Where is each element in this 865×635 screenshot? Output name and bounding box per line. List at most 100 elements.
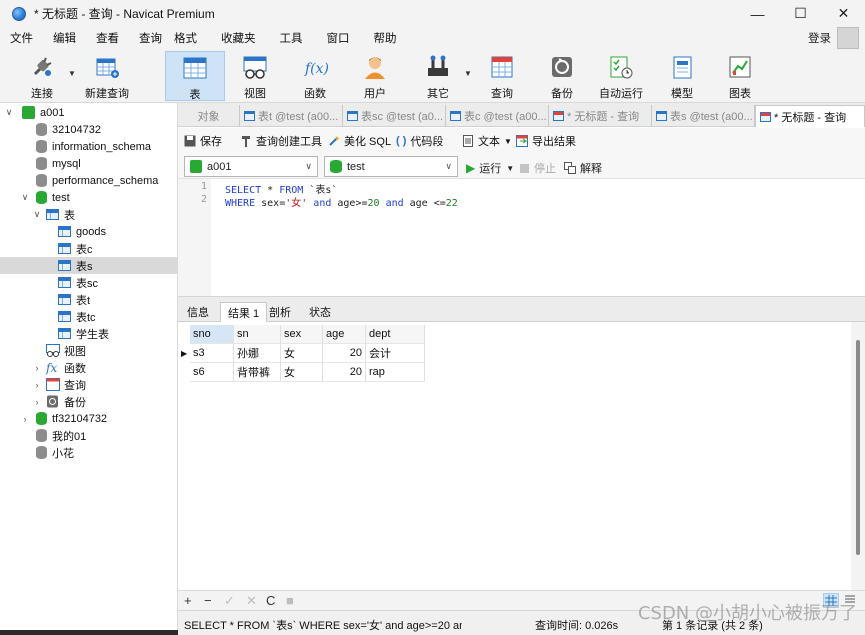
login-link[interactable]: 登录 xyxy=(808,30,831,46)
export-result-button[interactable]: 导出结果 xyxy=(516,133,576,149)
db-node[interactable]: › tf32104732 xyxy=(0,410,177,427)
run-button[interactable]: ▶ 运行 ▼ xyxy=(466,160,514,176)
scrollbar-thumb[interactable] xyxy=(856,340,860,555)
column-header-sn[interactable]: sn xyxy=(234,325,281,344)
menu-view[interactable]: 查看 xyxy=(86,30,129,46)
query-button[interactable]: 查询 xyxy=(482,51,522,101)
code-snippet-button[interactable]: ( ) 代码段 xyxy=(396,133,443,149)
stop-button[interactable]: ■ xyxy=(286,593,294,608)
chevron-down-icon[interactable]: ∨ xyxy=(4,107,14,118)
table-cell[interactable]: s3 xyxy=(190,344,234,363)
table-cell[interactable]: s6 xyxy=(190,363,234,382)
menu-query[interactable]: 查询 xyxy=(129,30,164,46)
connection-node[interactable]: ∨ a001 xyxy=(0,104,177,121)
explain-button[interactable]: 解释 xyxy=(564,160,602,176)
menu-edit[interactable]: 编辑 xyxy=(43,30,86,46)
maximize-button[interactable]: ☐ xyxy=(779,0,822,27)
db-node-test[interactable]: ∨ test xyxy=(0,189,177,206)
tab-objects[interactable]: 对象 xyxy=(178,105,240,127)
tab-query-active[interactable]: * 无标题 - 查询 xyxy=(755,105,865,127)
refresh-button[interactable]: C xyxy=(266,593,275,608)
db-node[interactable]: mysql xyxy=(0,155,177,172)
table-cell[interactable]: rap xyxy=(366,363,425,382)
table-node[interactable]: 表t xyxy=(0,291,177,308)
new-query-button[interactable]: 新建查询 xyxy=(84,51,130,101)
query-builder-button[interactable]: 查询创建工具 xyxy=(240,133,322,149)
tab-query-untitled[interactable]: * 无标题 - 查询 xyxy=(549,105,652,127)
column-header-sno[interactable]: sno xyxy=(190,325,234,344)
text-button[interactable]: 文本 ▼ xyxy=(462,133,512,149)
tab-table-t[interactable]: 表t @test (a00... xyxy=(240,105,343,127)
database-select[interactable]: test ∨ xyxy=(324,156,458,177)
menu-file[interactable]: 文件 xyxy=(0,30,43,46)
backups-folder-node[interactable]: › 备份 xyxy=(0,393,177,410)
close-button[interactable]: ✕ xyxy=(822,0,865,27)
user-button[interactable]: 用户 xyxy=(355,51,395,101)
tab-table-c[interactable]: 表c @test (a00... xyxy=(446,105,549,127)
tab-info[interactable]: 信息 xyxy=(180,302,216,322)
column-header-age[interactable]: age xyxy=(323,325,366,344)
stop-button[interactable]: 停止 xyxy=(520,160,556,176)
table-button[interactable]: 表 xyxy=(165,51,225,101)
table-cell[interactable]: 20 xyxy=(323,344,366,363)
view-button[interactable]: 视图 xyxy=(235,51,275,101)
delete-record-button[interactable]: − xyxy=(204,593,212,608)
table-node[interactable]: 表tc xyxy=(0,308,177,325)
menu-help[interactable]: 帮助 xyxy=(360,30,407,46)
auto-run-button[interactable]: 自动运行 xyxy=(598,51,644,101)
connection-select[interactable]: a001 ∨ xyxy=(184,156,318,177)
connect-dropdown-icon[interactable]: ▼ xyxy=(68,69,76,78)
add-record-button[interactable]: + xyxy=(184,593,192,608)
table-cell[interactable]: 20 xyxy=(323,363,366,382)
backup-button[interactable]: 备份 xyxy=(542,51,582,101)
other-button[interactable]: 其它 xyxy=(418,51,458,101)
db-node[interactable]: information_schema xyxy=(0,138,177,155)
db-node[interactable]: performance_schema xyxy=(0,172,177,189)
function-button[interactable]: f(x) 函数 xyxy=(295,51,335,101)
chevron-right-icon[interactable]: › xyxy=(32,363,42,373)
menu-format[interactable]: 格式 xyxy=(164,30,207,46)
text-dropdown-icon[interactable]: ▼ xyxy=(504,137,512,146)
column-header-sex[interactable]: sex xyxy=(281,325,323,344)
chevron-right-icon[interactable]: › xyxy=(32,380,42,390)
chevron-right-icon[interactable]: › xyxy=(32,397,42,407)
table-cell[interactable]: 背带裤 xyxy=(234,363,281,382)
tab-profile[interactable]: 剖析 xyxy=(262,302,298,322)
functions-folder-node[interactable]: › fx 函数 xyxy=(0,359,177,376)
vertical-scrollbar[interactable] xyxy=(851,322,865,590)
tab-status[interactable]: 状态 xyxy=(302,302,338,322)
menu-favorites[interactable]: 收藏夹 xyxy=(207,30,266,46)
beautify-sql-button[interactable]: 美化 SQL xyxy=(328,133,391,149)
column-header-dept[interactable]: dept xyxy=(366,325,425,344)
table-node[interactable]: goods xyxy=(0,223,177,240)
chevron-down-icon[interactable]: ∨ xyxy=(32,209,42,220)
tab-table-sc[interactable]: 表sc @test (a0... xyxy=(343,105,446,127)
run-dropdown-icon[interactable]: ▼ xyxy=(506,164,514,173)
tab-table-s[interactable]: 表s @test (a00... xyxy=(652,105,755,127)
avatar[interactable] xyxy=(837,27,859,49)
apply-changes-button[interactable]: ✓ xyxy=(224,593,235,609)
table-cell[interactable]: 女 xyxy=(281,363,323,382)
model-button[interactable]: 模型 xyxy=(662,51,702,101)
tab-result-1[interactable]: 结果 1 xyxy=(220,302,268,322)
save-button[interactable]: 保存 xyxy=(184,133,222,149)
db-node[interactable]: 小花 xyxy=(0,444,177,461)
views-folder-node[interactable]: 视图 xyxy=(0,342,177,359)
table-cell[interactable]: 会计 xyxy=(366,344,425,363)
chevron-down-icon[interactable]: ∨ xyxy=(20,192,30,203)
connect-button[interactable]: 连接 xyxy=(22,51,62,101)
db-node[interactable]: 我的01 xyxy=(0,427,177,444)
table-node[interactable]: 学生表 xyxy=(0,325,177,342)
chart-button[interactable]: 图表 xyxy=(720,51,760,101)
discard-changes-button[interactable]: ✕ xyxy=(246,593,257,609)
table-node-selected[interactable]: 表s xyxy=(0,257,177,274)
chevron-right-icon[interactable]: › xyxy=(20,414,30,424)
menu-window[interactable]: 窗口 xyxy=(313,30,360,46)
table-cell[interactable]: 女 xyxy=(281,344,323,363)
tables-folder-node[interactable]: ∨ 表 xyxy=(0,206,177,223)
minimize-button[interactable]: — xyxy=(736,0,779,27)
menu-tools[interactable]: 工具 xyxy=(266,30,313,46)
queries-folder-node[interactable]: › 查询 xyxy=(0,376,177,393)
sql-editor[interactable]: 1 2 SELECT * FROM `表s` WHERE sex='女' and… xyxy=(178,179,865,296)
table-node[interactable]: 表sc xyxy=(0,274,177,291)
